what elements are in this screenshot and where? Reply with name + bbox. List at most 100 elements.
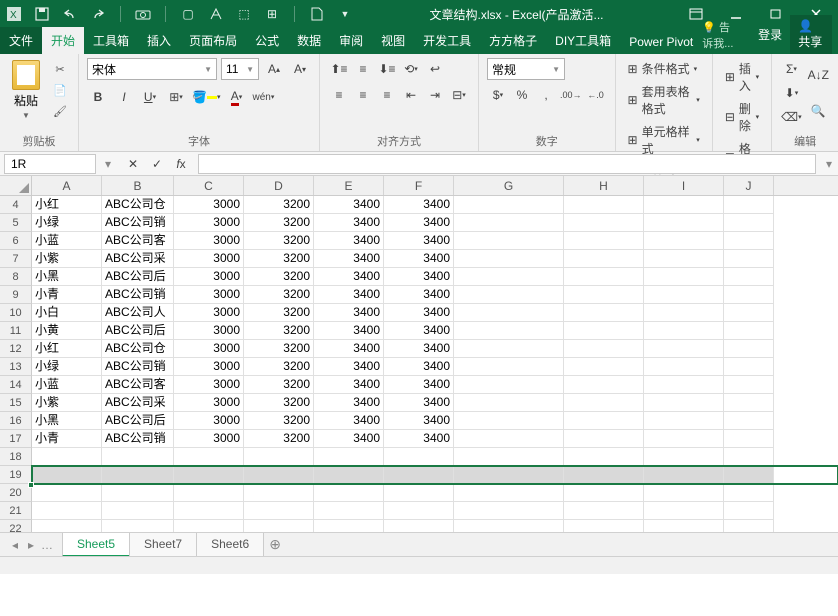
tab-home[interactable]: 开始 bbox=[42, 27, 84, 54]
cell[interactable]: 小黄 bbox=[32, 322, 102, 340]
table-row[interactable]: 小红ABC公司仓3000320034003400 bbox=[32, 196, 838, 214]
cell[interactable]: 3400 bbox=[384, 304, 454, 322]
sheet-nav-first[interactable]: ◂ bbox=[8, 538, 22, 552]
table-row[interactable]: 小白ABC公司人3000320034003400 bbox=[32, 304, 838, 322]
cell[interactable] bbox=[644, 484, 724, 502]
cell[interactable]: 3000 bbox=[174, 322, 244, 340]
cell[interactable] bbox=[564, 304, 644, 322]
add-sheet-button[interactable]: ⊕ bbox=[263, 536, 287, 553]
cell[interactable]: ABC公司销 bbox=[102, 286, 174, 304]
cell[interactable] bbox=[564, 430, 644, 448]
row-header-6[interactable]: 6 bbox=[0, 232, 32, 250]
paste-button[interactable]: 粘贴 ▼ bbox=[8, 58, 44, 122]
enter-formula-button[interactable]: ✓ bbox=[146, 153, 168, 175]
save-icon[interactable] bbox=[32, 4, 52, 24]
row-header-5[interactable]: 5 bbox=[0, 214, 32, 232]
cell[interactable] bbox=[724, 196, 774, 214]
cell[interactable]: 3200 bbox=[244, 340, 314, 358]
cell[interactable] bbox=[724, 214, 774, 232]
cell[interactable] bbox=[454, 502, 564, 520]
cell[interactable] bbox=[454, 484, 564, 502]
cell[interactable]: 小黑 bbox=[32, 412, 102, 430]
delete-cells-button[interactable]: ⊟ 删除 ▾ bbox=[721, 98, 763, 136]
fill-color-button[interactable]: 🪣▾ bbox=[191, 86, 221, 108]
cell[interactable]: 3000 bbox=[174, 394, 244, 412]
cell[interactable] bbox=[724, 466, 774, 484]
cell[interactable] bbox=[564, 466, 644, 484]
cell[interactable] bbox=[564, 376, 644, 394]
cell[interactable]: 3400 bbox=[314, 232, 384, 250]
cell[interactable]: 3000 bbox=[174, 430, 244, 448]
cell[interactable]: 3000 bbox=[174, 286, 244, 304]
bold-button[interactable]: B bbox=[87, 86, 109, 108]
cell[interactable] bbox=[564, 268, 644, 286]
share-button[interactable]: 👤 共享 bbox=[790, 15, 832, 54]
cell[interactable] bbox=[724, 376, 774, 394]
cell[interactable] bbox=[174, 484, 244, 502]
cell[interactable]: 3000 bbox=[174, 268, 244, 286]
cell[interactable]: 3200 bbox=[244, 304, 314, 322]
cell[interactable]: 3400 bbox=[384, 322, 454, 340]
row-header-18[interactable]: 18 bbox=[0, 448, 32, 466]
column-header-D[interactable]: D bbox=[244, 176, 314, 195]
table-row[interactable] bbox=[32, 448, 838, 466]
row-header-13[interactable]: 13 bbox=[0, 358, 32, 376]
new-doc-icon[interactable] bbox=[307, 4, 327, 24]
cell[interactable] bbox=[454, 412, 564, 430]
cell[interactable] bbox=[564, 286, 644, 304]
login-button[interactable]: 登录 bbox=[750, 22, 790, 47]
cell[interactable]: 3000 bbox=[174, 214, 244, 232]
cell[interactable] bbox=[244, 502, 314, 520]
cell[interactable]: 3400 bbox=[314, 412, 384, 430]
cell[interactable] bbox=[644, 448, 724, 466]
cell[interactable] bbox=[384, 448, 454, 466]
cell[interactable] bbox=[644, 286, 724, 304]
cell[interactable]: 小绿 bbox=[32, 214, 102, 232]
cell[interactable]: 3400 bbox=[384, 394, 454, 412]
cell[interactable]: 3200 bbox=[244, 430, 314, 448]
cell[interactable]: 3000 bbox=[174, 412, 244, 430]
sheet-nav-more[interactable]: … bbox=[40, 538, 54, 552]
cell[interactable] bbox=[724, 448, 774, 466]
cell[interactable]: 3200 bbox=[244, 376, 314, 394]
row-header-15[interactable]: 15 bbox=[0, 394, 32, 412]
cell[interactable]: 3000 bbox=[174, 232, 244, 250]
cut-button[interactable]: ✂ bbox=[50, 60, 70, 78]
cell[interactable] bbox=[314, 448, 384, 466]
table-row[interactable]: 小紫ABC公司采3000320034003400 bbox=[32, 394, 838, 412]
cell[interactable] bbox=[102, 466, 174, 484]
insert-function-button[interactable]: fx bbox=[170, 153, 192, 175]
cell[interactable]: 3200 bbox=[244, 232, 314, 250]
cell[interactable] bbox=[644, 250, 724, 268]
cell[interactable]: 3400 bbox=[384, 340, 454, 358]
qat-icon-4[interactable]: ⊞ bbox=[262, 4, 282, 24]
table-row[interactable]: 小青ABC公司销3000320034003400 bbox=[32, 430, 838, 448]
cell[interactable] bbox=[644, 430, 724, 448]
cell[interactable]: 3000 bbox=[174, 250, 244, 268]
column-header-E[interactable]: E bbox=[314, 176, 384, 195]
cell[interactable] bbox=[454, 268, 564, 286]
selection-handle[interactable] bbox=[28, 482, 34, 488]
cell[interactable]: ABC公司仓 bbox=[102, 340, 174, 358]
cell[interactable]: 小青 bbox=[32, 286, 102, 304]
column-header-F[interactable]: F bbox=[384, 176, 454, 195]
cell[interactable] bbox=[454, 250, 564, 268]
cell[interactable] bbox=[102, 502, 174, 520]
cell[interactable]: 小紫 bbox=[32, 250, 102, 268]
tab-review[interactable]: 审阅 bbox=[330, 27, 372, 54]
cell[interactable] bbox=[314, 502, 384, 520]
cell[interactable]: 3200 bbox=[244, 214, 314, 232]
cell[interactable] bbox=[644, 358, 724, 376]
cell[interactable]: 3400 bbox=[314, 286, 384, 304]
conditional-format-button[interactable]: ⊞ 条件格式 ▾ bbox=[624, 58, 704, 79]
cell[interactable] bbox=[454, 340, 564, 358]
cell[interactable] bbox=[244, 448, 314, 466]
number-format-combo[interactable]: 常规▼ bbox=[487, 58, 565, 80]
cell[interactable] bbox=[564, 232, 644, 250]
cell[interactable]: 3400 bbox=[384, 232, 454, 250]
cell[interactable] bbox=[314, 466, 384, 484]
cell[interactable] bbox=[564, 214, 644, 232]
cell[interactable] bbox=[454, 376, 564, 394]
cell[interactable]: 3400 bbox=[384, 286, 454, 304]
cell[interactable] bbox=[724, 304, 774, 322]
